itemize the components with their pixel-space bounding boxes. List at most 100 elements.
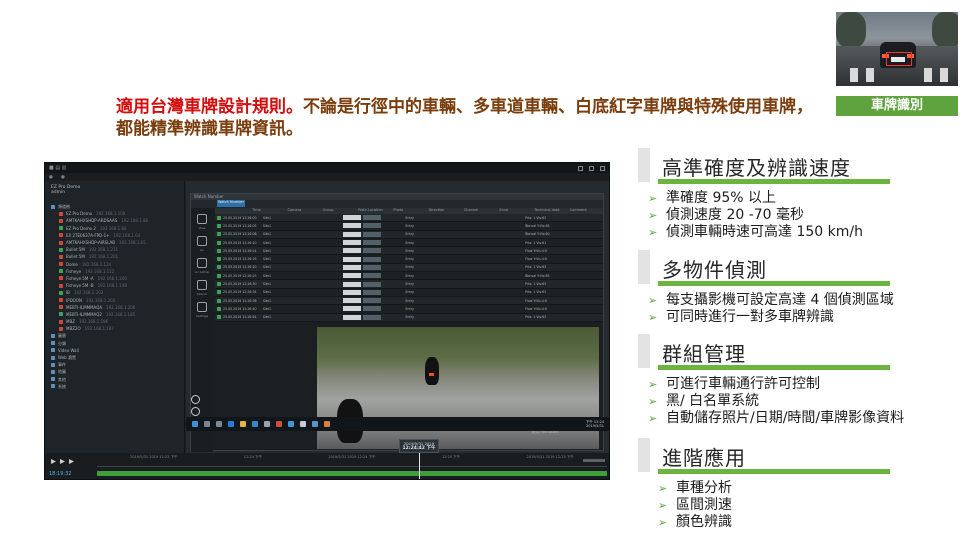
tree-item-ip: 192.168.1.187 xyxy=(84,326,114,332)
tree-item[interactable]: AMTKAHXSHDP-AIRSLAB 192.168.1.65 xyxy=(45,239,184,246)
tree-item[interactable]: Web 瀏覽 xyxy=(45,354,184,361)
minimize-icon[interactable] xyxy=(578,165,583,171)
windows-start-icon[interactable] xyxy=(192,421,198,427)
plate-detection-box xyxy=(886,52,912,66)
bullet-text: 偵測速度 20 -70 毫秒 xyxy=(666,207,805,223)
bullet-text: 顏色辨識 xyxy=(676,514,732,530)
panel-tool-icon[interactable] xyxy=(197,302,207,312)
tree-item[interactable]: EZ Pro Demo 2 192.168.1.66 xyxy=(45,225,184,232)
app-icon[interactable] xyxy=(288,421,294,427)
tree-item[interactable]: Dome 192.168.1.124 xyxy=(45,261,184,268)
help-icon[interactable] xyxy=(191,407,200,416)
maximize-icon[interactable] xyxy=(589,165,594,171)
panel-tool-icon[interactable] xyxy=(197,236,207,246)
column-header[interactable] xyxy=(215,208,250,214)
column-header[interactable]: Zone xyxy=(497,208,532,214)
tree-item[interactable]: AMTKAHXSHDP-ARDSAAS 192.168.1.86 xyxy=(45,217,184,224)
tree-item[interactable]: 事件 xyxy=(45,361,184,368)
table-row[interactable]: 25.05.2019 12:26:38 Site1 Entry Flow Y:Vis:… xyxy=(215,296,603,306)
folder-icon[interactable] xyxy=(240,421,246,427)
tree-item[interactable]: IB 192.168.1.203 xyxy=(45,289,184,296)
app-icon[interactable] xyxy=(324,421,330,427)
edge-icon[interactable] xyxy=(228,421,234,427)
tree-item[interactable]: 系統 xyxy=(45,383,184,390)
bullet-text: 區間測速 xyxy=(676,497,732,513)
table-row[interactable]: 25.05.2019 12:26:08 Site1 Entry Bbnval Y:Vi… xyxy=(215,230,603,239)
playback-timeline[interactable]: 2019/5/31 2019 12:24:42 下午 18:19:32 2019… xyxy=(45,439,609,479)
table-row[interactable]: 25.05.2019 12:26:20 Site1 Entry Prio: 1 Vis… xyxy=(215,263,603,273)
row-direction: Entry xyxy=(405,282,414,287)
tree-item[interactable]: EZ Pro Demo 192.168.1.100 xyxy=(45,210,184,217)
tree-item[interactable]: 頻道樹 xyxy=(45,203,184,210)
vms-screenshot: ■ ▤ ▥ ● ● EZ Pro Demo admin 頻道樹 EZ Pro Dem… xyxy=(44,162,610,480)
timeline-cursor[interactable] xyxy=(419,453,420,479)
camera-status-icon xyxy=(59,319,63,324)
volume-slider[interactable] xyxy=(583,459,605,462)
play-icon[interactable] xyxy=(60,459,65,464)
column-header[interactable]: Photo xyxy=(391,208,426,214)
table-body: 25.05.2019 12:26:00 Site1 Entry Prio: 1 Vis… xyxy=(215,214,603,322)
tree-item[interactable]: MBZ2O 192.168.1.187 xyxy=(45,325,184,332)
tab-watch-number[interactable]: Watch Number xyxy=(217,200,245,207)
tree-item[interactable]: 地圖 xyxy=(45,368,184,375)
column-header[interactable]: Camera xyxy=(286,208,321,214)
tree-item[interactable]: Fisheye 192.168.1.112 xyxy=(45,268,184,275)
column-header[interactable]: Time xyxy=(250,208,285,214)
table-row[interactable]: 25.05.2019 12:26:10 Site1 Entry Prio: 1 Vis… xyxy=(215,238,603,248)
panel-tool-icon[interactable] xyxy=(197,280,207,290)
section-title: 群組管理 xyxy=(638,334,890,370)
app-icon[interactable] xyxy=(312,421,318,427)
table-row[interactable]: 25.05.2019 12:26:34 Site1 Entry Prio: 1 Vis… xyxy=(215,288,603,297)
column-header[interactable]: Channel xyxy=(462,208,497,214)
table-row[interactable]: 25.05.2019 12:26:16 Site1 Entry Flow Y:Vis:… xyxy=(215,255,603,264)
tree-item[interactable]: Bullet 5M 192.168.1.211 xyxy=(45,246,184,253)
column-header[interactable]: Group xyxy=(321,208,356,214)
wrench-icon[interactable] xyxy=(191,395,200,404)
tree-item-ip: 192.168.1.201 xyxy=(88,254,119,260)
tree-item[interactable]: Bullet 5M 192.168.1.201 xyxy=(45,253,184,260)
tree-item[interactable]: 圖層 xyxy=(45,332,184,339)
row-direction: Entry xyxy=(405,273,414,278)
table-row[interactable]: 25.05.2019 12:26:30 Site1 Entry Prio: 1 Vis… xyxy=(215,280,603,289)
column-header[interactable]: Plate Location xyxy=(356,208,391,214)
tree-item[interactable]: Fisheye 5M -B 192.168.1.148 xyxy=(45,282,184,289)
column-header[interactable]: Comment xyxy=(568,208,603,214)
app-icon[interactable] xyxy=(276,421,282,427)
column-header[interactable]: Direction xyxy=(427,208,462,214)
tree-item[interactable]: MBZ 192.168.1.186 xyxy=(45,318,184,325)
column-header[interactable]: Technical data xyxy=(532,208,567,214)
task-view-icon[interactable] xyxy=(216,421,222,427)
table-row[interactable]: 25.05.2019 12:26:05 Site1 Entry Bbnval Y:Vi… xyxy=(215,222,603,231)
tree-item[interactable]: IPDOON 192.168.1.205 xyxy=(45,296,184,303)
row-technical-data: Flow Y:Vis:4:9 xyxy=(525,306,547,311)
search-icon[interactable] xyxy=(204,421,210,427)
section-title: 高準確度及辨識速度 xyxy=(638,148,890,184)
plate-image xyxy=(341,314,404,320)
play-icon[interactable] xyxy=(51,459,56,464)
tree-item[interactable]: EX 2TE0637A-FPD-1+ 192.168.1.64 xyxy=(45,232,184,239)
tree-item[interactable]: MEBTI-ILMMMAQ2 192.168.1.185 xyxy=(45,311,184,318)
table-row[interactable]: 25.05.2019 12:26:40 Site1 Entry Flow Y:Vis:… xyxy=(215,305,603,314)
table-row[interactable]: 25.05.2019 12:26:25 Site1 Entry Bbnval Y:Vi… xyxy=(215,272,603,281)
table-row[interactable]: 25.05.2019 12:26:44 Site1 Entry Prio: 1 Vis… xyxy=(215,313,603,322)
play-icon[interactable] xyxy=(69,459,74,464)
panel-tool-icon[interactable] xyxy=(197,214,207,224)
panel-tool-icon[interactable] xyxy=(197,258,207,268)
tree-item[interactable]: Fisheye 5M -A 192.168.1.200 xyxy=(45,275,184,282)
recording-bar[interactable] xyxy=(97,471,607,476)
tree-item[interactable]: 其他 xyxy=(45,376,184,383)
tree-item[interactable]: Video Wall xyxy=(45,347,184,354)
app-icon[interactable] xyxy=(300,421,306,427)
mail-icon[interactable] xyxy=(264,421,270,427)
plate-image xyxy=(341,231,404,237)
row-camera: Site1 xyxy=(262,290,272,295)
close-icon[interactable] xyxy=(600,165,605,171)
tree-item[interactable]: 分類 xyxy=(45,340,184,347)
timeline-tick-label: 12:25 下午 xyxy=(441,455,461,459)
store-icon[interactable] xyxy=(252,421,258,427)
table-row[interactable]: 25.05.2019 12:26:14 Site1 Entry Flow Y:Vis:… xyxy=(215,247,603,256)
panel-tool-label: Go xyxy=(199,248,205,252)
tree-item[interactable]: MEBTI-ILMMMAQA 192.168.1.206 xyxy=(45,304,184,311)
row-camera: Site1 xyxy=(262,298,272,303)
table-row[interactable]: 25.05.2019 12:26:00 Site1 Entry Prio: 1 Vis… xyxy=(215,214,603,223)
